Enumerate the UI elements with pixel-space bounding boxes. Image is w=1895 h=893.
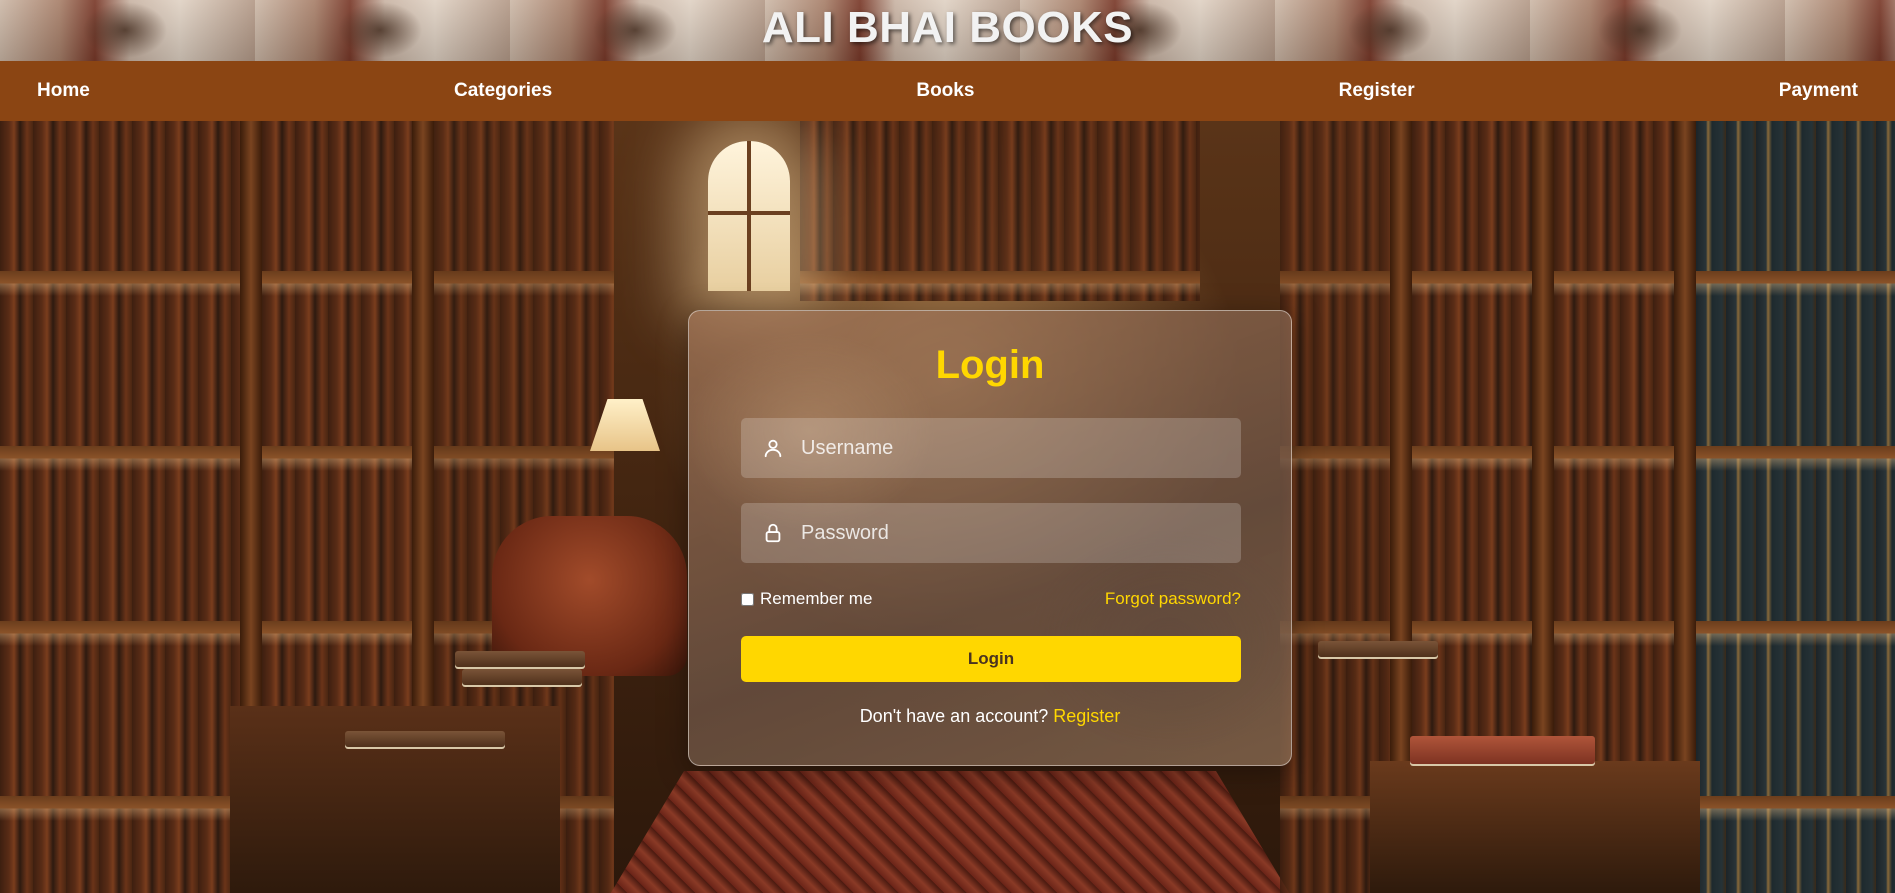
bookshelf-left (0, 121, 240, 893)
signup-prompt-text: Don't have an account? (859, 706, 1049, 726)
user-icon (741, 418, 801, 478)
nav-item-payment[interactable]: Payment (1779, 80, 1858, 102)
login-title: Login (935, 343, 1045, 387)
nav-item-home[interactable]: Home (37, 80, 90, 102)
register-link[interactable]: Register (1053, 706, 1120, 726)
bookshelf-right (1696, 121, 1895, 893)
username-field[interactable] (741, 418, 1241, 478)
signup-prompt: Don't have an account? Register (689, 706, 1291, 727)
password-input[interactable] (801, 503, 1221, 563)
username-input[interactable] (801, 418, 1221, 478)
book-stack (1318, 641, 1438, 659)
site-title: ALI BHAI BOOKS (761, 3, 1134, 52)
bookshelf-back (800, 121, 1200, 301)
side-table-right (1370, 761, 1700, 893)
site-banner: ALI BHAI BOOKS (0, 0, 1895, 61)
nav-item-register[interactable]: Register (1339, 80, 1415, 102)
nav-item-books[interactable]: Books (916, 80, 974, 102)
back-window (708, 141, 790, 291)
remember-me-checkbox[interactable] (741, 592, 754, 606)
main-nav: Home Categories Books Register Payment (0, 61, 1895, 121)
lock-icon (741, 503, 801, 563)
rug (600, 771, 1300, 893)
nav-item-categories[interactable]: Categories (454, 80, 552, 102)
book-stack (345, 731, 505, 749)
login-card: Login Remember me Forgot password? Login… (688, 310, 1292, 766)
remember-me-label: Remember me (760, 589, 873, 608)
book-stack (462, 669, 582, 687)
forgot-password-link[interactable]: Forgot password? (1105, 589, 1241, 609)
remember-me[interactable]: Remember me (741, 589, 872, 609)
login-button[interactable]: Login (741, 636, 1241, 682)
login-options: Remember me Forgot password? (741, 587, 1241, 611)
password-field[interactable] (741, 503, 1241, 563)
book-stack (455, 651, 585, 669)
book-stack (1410, 736, 1595, 766)
